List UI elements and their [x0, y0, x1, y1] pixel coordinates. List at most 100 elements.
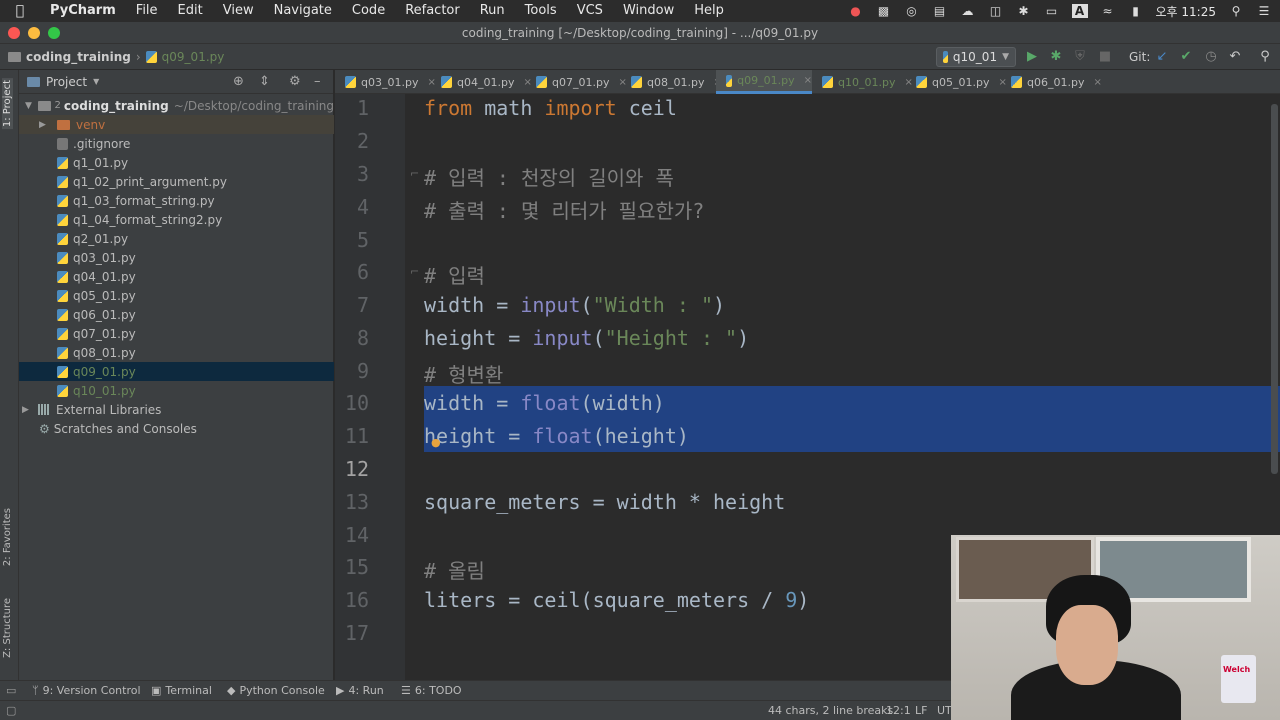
minimize-window-button[interactable]	[28, 27, 40, 39]
tab-favorites-tool[interactable]: 2: Favorites	[2, 508, 13, 566]
code-line[interactable]: # 입력	[424, 260, 485, 289]
project-view-dropdown[interactable]: Project	[46, 75, 87, 89]
fold-marker-icon[interactable]: ⌐	[410, 265, 419, 278]
tree-file[interactable]: q1_04_format_string2.py	[19, 210, 334, 229]
sync-icon[interactable]: ◎	[904, 4, 920, 18]
git-update-icon[interactable]: ↙	[1154, 49, 1170, 65]
locate-file-icon[interactable]: ⊕	[233, 74, 244, 89]
tree-file[interactable]: q08_01.py	[19, 343, 334, 362]
caret-position[interactable]: 12:1	[886, 704, 911, 717]
git-commit-icon[interactable]: ✔	[1178, 49, 1194, 65]
tab-q09-01-active[interactable]: q09_01.py ×	[716, 70, 812, 94]
file-encoding[interactable]: UT	[937, 704, 952, 717]
hide-panel-icon[interactable]: –	[314, 74, 321, 89]
coverage-icon[interactable]: ⛨	[1072, 49, 1088, 65]
status-toggle-icon[interactable]: ▢	[6, 704, 16, 717]
tab-q04-01[interactable]: q04_01.py ×	[431, 70, 532, 94]
tree-folder-venv[interactable]: ▶ venv	[19, 115, 334, 134]
bluetooth-icon[interactable]: ✱	[1016, 4, 1032, 18]
code-line[interactable]: # 입력 : 천장의 길이와 폭	[424, 162, 674, 191]
git-revert-icon[interactable]: ↶	[1227, 49, 1243, 65]
airplay-icon[interactable]: ▭	[1044, 4, 1060, 18]
line-separator[interactable]: LF	[915, 704, 927, 717]
tree-file[interactable]: q07_01.py	[19, 324, 334, 343]
code-line[interactable]: # 올림	[424, 555, 485, 584]
tree-file[interactable]: .gitignore	[19, 134, 334, 153]
zoom-window-button[interactable]	[48, 27, 60, 39]
chevron-down-icon[interactable]: ▼	[93, 77, 99, 86]
run-configuration-dropdown[interactable]: q10_01 ▼	[936, 47, 1016, 67]
menu-window[interactable]: Window	[613, 0, 684, 22]
apple-icon[interactable]: 	[0, 3, 40, 19]
wifi-icon[interactable]: ≈	[1100, 4, 1116, 18]
breadcrumb-file[interactable]: q09_01.py	[162, 50, 225, 64]
tool-version-control[interactable]: ᛘ 9: Version Control	[32, 684, 141, 697]
tab-q05-01[interactable]: q05_01.py ×	[906, 70, 1007, 94]
cloud-icon[interactable]: ☁	[960, 4, 976, 18]
tool-terminal[interactable]: ▣ Terminal	[151, 684, 212, 697]
code-line[interactable]: width = input("Width : ")	[424, 293, 725, 317]
layout-toggle-icon[interactable]: ▭	[6, 684, 16, 697]
code-line[interactable]: height = input("Height : ")	[424, 326, 749, 350]
tab-q08-01[interactable]: q08_01.py×	[621, 70, 722, 94]
tree-file-selected[interactable]: q09_01.py	[19, 362, 334, 381]
tree-file[interactable]: q1_01.py	[19, 153, 334, 172]
notification-center-icon[interactable]: ☰	[1256, 4, 1272, 18]
menu-code[interactable]: Code	[342, 0, 395, 22]
tree-file[interactable]: q10_01.py	[19, 381, 334, 400]
git-history-icon[interactable]: ◷	[1203, 49, 1219, 65]
tool-python-console[interactable]: ◆ Python Console	[227, 684, 325, 697]
expand-arrow-icon[interactable]: ▶	[22, 405, 32, 415]
collapse-all-icon[interactable]: ⇕	[259, 74, 270, 89]
menu-vcs[interactable]: VCS	[567, 0, 613, 22]
menu-help[interactable]: Help	[684, 0, 734, 22]
code-line[interactable]: width = float(width)	[424, 391, 665, 415]
tool-todo[interactable]: ☰ 6: TODO	[401, 684, 462, 697]
gear-icon[interactable]: ⚙	[289, 74, 301, 89]
menubar-clock[interactable]: 오후 11:25	[1156, 3, 1216, 20]
stop-icon[interactable]: ■	[1097, 49, 1113, 65]
tree-file[interactable]: q1_03_format_string.py	[19, 191, 334, 210]
close-window-button[interactable]	[8, 27, 20, 39]
run-icon[interactable]: ▶	[1024, 49, 1040, 65]
tab-q03-01[interactable]: q03_01.py ×	[335, 70, 436, 94]
tool-run[interactable]: ▶ 4: Run	[336, 684, 384, 697]
menu-run[interactable]: Run	[470, 0, 515, 22]
close-tab-icon[interactable]: ×	[1093, 77, 1101, 88]
tree-file[interactable]: q05_01.py	[19, 286, 334, 305]
tree-scratches[interactable]: ⚙ Scratches and Consoles	[19, 419, 334, 438]
tree-file[interactable]: q2_01.py	[19, 229, 334, 248]
debug-icon[interactable]: ✱	[1048, 49, 1064, 65]
tree-file[interactable]: q06_01.py	[19, 305, 334, 324]
tab-project-tool[interactable]: 1: Project	[2, 78, 13, 130]
menu-tools[interactable]: Tools	[515, 0, 567, 22]
menu-refactor[interactable]: Refactor	[395, 0, 470, 22]
code-line[interactable]: liters = ceil(square_meters / 9)	[424, 588, 809, 612]
input-source-icon[interactable]: A	[1071, 4, 1088, 18]
breadcrumb-project[interactable]: coding_training	[26, 50, 131, 64]
mute-icon[interactable]: ▩	[876, 4, 892, 18]
close-tab-icon[interactable]: ×	[804, 75, 812, 86]
code-line[interactable]: from math import ceil	[424, 96, 677, 120]
expand-arrow-icon[interactable]: ▶	[39, 120, 49, 130]
columns-icon[interactable]: ◫	[988, 4, 1004, 18]
menu-navigate[interactable]: Navigate	[264, 0, 342, 22]
expand-arrow-icon[interactable]: ▼	[25, 101, 34, 111]
tab-q07-01[interactable]: q07_01.py ×	[526, 70, 627, 94]
tree-root-project[interactable]: ▼ 2 coding_training ~/Desktop/coding_tra…	[19, 96, 334, 115]
tree-external-libraries[interactable]: ▶ External Libraries	[19, 400, 334, 419]
tree-file[interactable]: q1_02_print_argument.py	[19, 172, 334, 191]
tab-structure-tool[interactable]: Z: Structure	[2, 598, 13, 658]
menu-file[interactable]: File	[126, 0, 168, 22]
tab-q10-01[interactable]: q10_01.py ×	[812, 70, 913, 94]
code-line[interactable]: height = float(height)	[424, 424, 689, 448]
tree-file[interactable]: q03_01.py	[19, 248, 334, 267]
code-line[interactable]: # 출력 : 몇 리터가 필요한가?	[424, 195, 704, 224]
editor-scrollbar[interactable]	[1271, 104, 1278, 474]
intention-bulb-icon[interactable]: ●	[431, 436, 441, 449]
battery-icon[interactable]: ▮	[1128, 4, 1144, 18]
fold-marker-icon[interactable]: ⌐	[410, 167, 419, 180]
menu-view[interactable]: View	[213, 0, 264, 22]
menu-edit[interactable]: Edit	[168, 0, 213, 22]
tree-file[interactable]: q04_01.py	[19, 267, 334, 286]
